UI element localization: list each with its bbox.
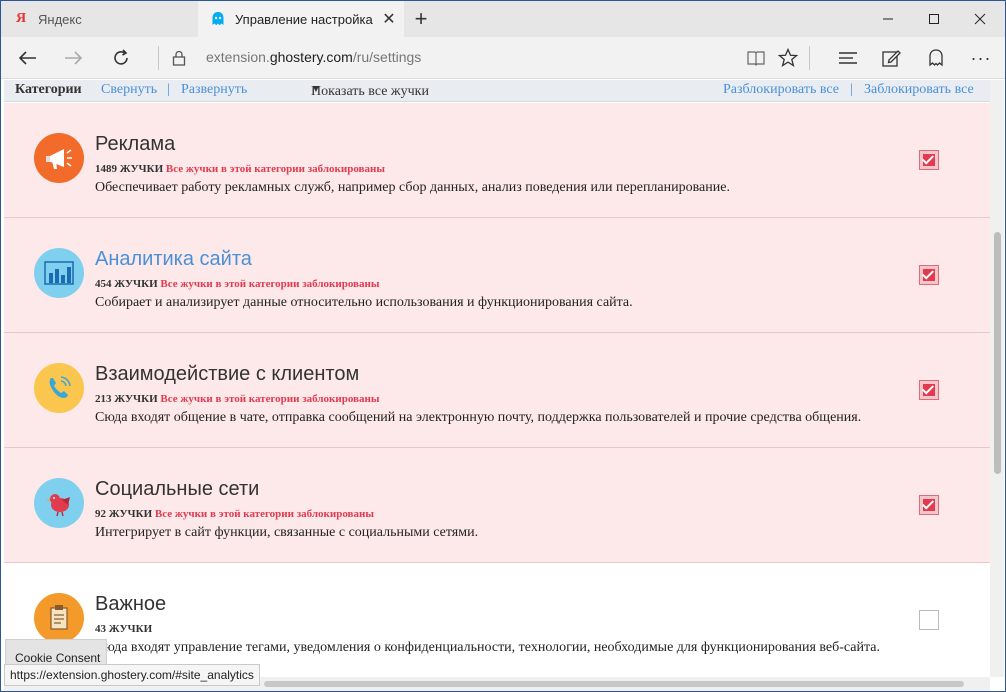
block-status: Все жучки в этой категории заблокированы <box>165 163 385 175</box>
tab-bar: Я Яндекс Управление настройка ✕ + <box>1 1 1005 37</box>
url-path: /ru/settings <box>352 49 422 65</box>
category-name[interactable]: Взаимодействие с клиентом <box>95 363 359 386</box>
expand-link[interactable]: Развернуть <box>181 82 247 98</box>
url-domain: ghostery.com <box>269 49 353 65</box>
category-description: Сюда входят управление тегами, уведомлен… <box>95 640 881 655</box>
hub-icon[interactable] <box>828 37 868 79</box>
web-note-icon[interactable] <box>871 37 911 79</box>
maximize-icon[interactable] <box>911 1 957 37</box>
back-icon[interactable] <box>7 37 47 79</box>
block-status: Все жучки в этой категории заблокированы <box>154 508 374 520</box>
tab-label: Управление настройка <box>235 11 373 27</box>
categories-toolbar: Категории Свернуть | Развернуть Показать… <box>4 80 990 102</box>
tracker-count: 43 ЖУЧКИ <box>95 623 153 635</box>
caret-down-icon: ▼ <box>311 84 321 95</box>
dropdown-label: Показать все жучки <box>311 84 429 99</box>
category-name[interactable]: Важное <box>95 593 166 616</box>
category-description: Сюда входят общение в чате, отправка соо… <box>95 410 862 425</box>
minimize-icon[interactable] <box>865 1 911 37</box>
browser-window: Я Яндекс Управление настройка ✕ + extens… <box>0 0 1006 692</box>
category-meta: 1489 ЖУЧКИ Все жучки в этой категории за… <box>95 163 385 175</box>
scrollbar-thumb[interactable] <box>264 681 964 687</box>
new-tab-icon[interactable]: + <box>405 1 437 37</box>
ghostery-extension-icon[interactable] <box>916 37 956 79</box>
tab-label: Яндекс <box>38 11 82 27</box>
block-status: Все жучки в этой категории заблокированы <box>160 393 380 405</box>
close-window-icon[interactable] <box>957 1 1003 37</box>
category-name[interactable]: Реклама <box>95 133 175 156</box>
ghostery-icon <box>210 11 226 27</box>
bird-icon <box>34 478 84 528</box>
address-bar: extension.ghostery.com/ru/settings ··· <box>1 37 1005 79</box>
category-row-customer-interaction[interactable]: Взаимодействие с клиентом 213 ЖУЧКИ Все … <box>4 333 990 448</box>
scrollbar-thumb[interactable] <box>994 232 1001 474</box>
close-tab-icon[interactable]: ✕ <box>374 9 404 29</box>
checkmark-icon <box>921 267 935 280</box>
block-checkbox[interactable] <box>919 150 939 170</box>
vertical-scrollbar[interactable] <box>990 80 1004 677</box>
block-checkbox[interactable] <box>919 495 939 515</box>
category-row-social-media[interactable]: Социальные сети 92 ЖУЧКИ Все жучки в это… <box>4 448 990 563</box>
category-description: Обеспечивает работу рекламных служб, нап… <box>95 180 730 195</box>
checkmark-icon <box>921 152 935 165</box>
block-checkbox[interactable] <box>919 265 939 285</box>
tab-yandex[interactable]: Я Яндекс <box>1 1 197 37</box>
category-name[interactable]: Аналитика сайта <box>95 248 252 271</box>
block-status: Все жучки в этой категории заблокированы <box>160 278 380 290</box>
bar-chart-icon <box>34 248 84 298</box>
lock-icon[interactable] <box>159 37 199 79</box>
block-all-link[interactable]: Заблокировать все <box>864 82 974 98</box>
megaphone-icon <box>34 133 84 183</box>
clipboard-icon <box>34 593 84 643</box>
favorite-star-icon[interactable] <box>768 37 808 79</box>
unblock-all-link[interactable]: Разблокировать все <box>723 82 839 98</box>
checkmark-icon <box>921 497 935 510</box>
phone-icon <box>34 363 84 413</box>
category-name[interactable]: Социальные сети <box>95 478 259 501</box>
forward-icon[interactable] <box>54 37 94 79</box>
tracker-count: 213 ЖУЧКИ <box>95 393 158 405</box>
category-row-advertising[interactable]: Реклама 1489 ЖУЧКИ Все жучки в этой кате… <box>4 103 990 218</box>
collapse-link[interactable]: Свернуть <box>101 82 157 98</box>
category-description: Собирает и анализирует данные относитель… <box>95 295 633 310</box>
category-description: Интегрирует в сайт функции, связанные с … <box>95 525 479 540</box>
category-row-essential[interactable]: Важное 43 ЖУЧКИ Сюда входят управление т… <box>4 563 990 677</box>
separator: | <box>167 82 170 97</box>
tracker-count: 454 ЖУЧКИ <box>95 278 158 290</box>
category-meta: 213 ЖУЧКИ Все жучки в этой категории заб… <box>95 393 379 405</box>
url-prefix: extension. <box>206 49 270 65</box>
divider <box>809 46 810 70</box>
category-meta: 454 ЖУЧКИ Все жучки в этой категории заб… <box>95 278 379 290</box>
category-meta: 43 ЖУЧКИ <box>95 623 152 635</box>
refresh-icon[interactable] <box>101 37 141 79</box>
checkmark-icon <box>921 382 935 395</box>
tracker-count: 92 ЖУЧКИ <box>95 508 153 520</box>
block-checkbox[interactable] <box>919 610 939 630</box>
tab-ghostery-settings[interactable]: Управление настройка ✕ <box>198 1 404 37</box>
category-meta: 92 ЖУЧКИ Все жучки в этой категории забл… <box>95 508 374 520</box>
block-checkbox[interactable] <box>919 380 939 400</box>
more-icon[interactable]: ··· <box>961 37 1001 79</box>
separator: | <box>850 82 853 97</box>
tracker-count: 1489 ЖУЧКИ <box>95 163 164 175</box>
url-field[interactable]: extension.ghostery.com/ru/settings <box>206 49 421 65</box>
categories-title: Категории <box>15 82 82 97</box>
category-row-site-analytics[interactable]: Аналитика сайта 454 ЖУЧКИ Все жучки в эт… <box>4 218 990 333</box>
status-bar-url: https://extension.ghostery.com/#site_ana… <box>4 664 260 686</box>
settings-page: Категории Свернуть | Развернуть Показать… <box>4 80 990 677</box>
yandex-icon: Я <box>15 11 27 26</box>
